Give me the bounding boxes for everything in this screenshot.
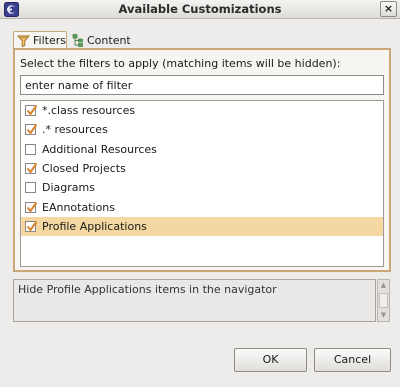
filter-checkbox[interactable]: [25, 182, 36, 194]
ok-button[interactable]: OK: [234, 348, 307, 372]
filter-item-label: *.class resources: [42, 104, 136, 118]
window-title: Available Customizations: [118, 2, 282, 16]
filter-list-item[interactable]: Closed Projects: [21, 159, 383, 178]
filter-item-label: Profile Applications: [42, 219, 147, 233]
filter-checkbox[interactable]: [25, 201, 38, 213]
checkmark-icon: [26, 162, 38, 174]
close-button[interactable]: ×: [380, 1, 397, 17]
filter-checkbox[interactable]: [25, 105, 38, 117]
filter-item-label: EAnnotations: [42, 200, 116, 214]
filter-item-label: Closed Projects: [42, 162, 126, 176]
filters-panel: Select the filters to apply (matching it…: [13, 48, 391, 272]
filter-list-item[interactable]: Profile Applications: [21, 216, 383, 237]
checkmark-icon: [26, 105, 38, 116]
tab-filters[interactable]: Filters: [13, 31, 67, 49]
filter-list-item[interactable]: .* resources: [21, 120, 383, 139]
scroll-down-arrow-icon[interactable]: ▼: [379, 311, 388, 320]
filter-checkbox[interactable]: [25, 220, 38, 232]
checkmark-icon: [26, 201, 38, 213]
filter-list-item[interactable]: EAnnotations: [21, 197, 383, 216]
close-icon[interactable]: ×: [384, 2, 393, 15]
description-scrollbar[interactable]: ▲ ▼: [377, 279, 390, 322]
filters-instruction: Select the filters to apply (matching it…: [20, 57, 341, 70]
content-tree-icon: [72, 33, 83, 47]
tab-content[interactable]: Content: [69, 31, 133, 49]
tab-content-label: Content: [87, 33, 131, 47]
cancel-button[interactable]: Cancel: [314, 348, 391, 372]
filter-item-label: Additional Resources: [42, 142, 157, 156]
filter-checkbox[interactable]: [25, 143, 36, 155]
scroll-thumb[interactable]: [379, 293, 388, 308]
filter-checkbox[interactable]: [25, 124, 38, 136]
filter-icon: [17, 35, 30, 47]
filter-description: Hide Profile Applications items in the n…: [13, 279, 376, 322]
checkmark-icon: [26, 220, 38, 232]
filter-search-input[interactable]: [20, 75, 384, 95]
filter-item-label: .* resources: [42, 123, 108, 137]
scroll-up-arrow-icon[interactable]: ▲: [379, 281, 388, 290]
checkmark-icon: [26, 124, 38, 136]
tab-filters-label: Filters: [33, 34, 66, 47]
title-bar: Available Customizations ×: [0, 0, 400, 19]
filter-checkbox[interactable]: [25, 162, 38, 175]
filter-list-item[interactable]: Diagrams: [21, 178, 383, 197]
filter-list-item[interactable]: Additional Resources: [21, 140, 383, 159]
filter-list-item[interactable]: *.class resources: [21, 101, 383, 120]
filter-item-label: Diagrams: [42, 181, 95, 195]
filter-list[interactable]: *.class resources .* resources Additional …: [20, 100, 384, 267]
